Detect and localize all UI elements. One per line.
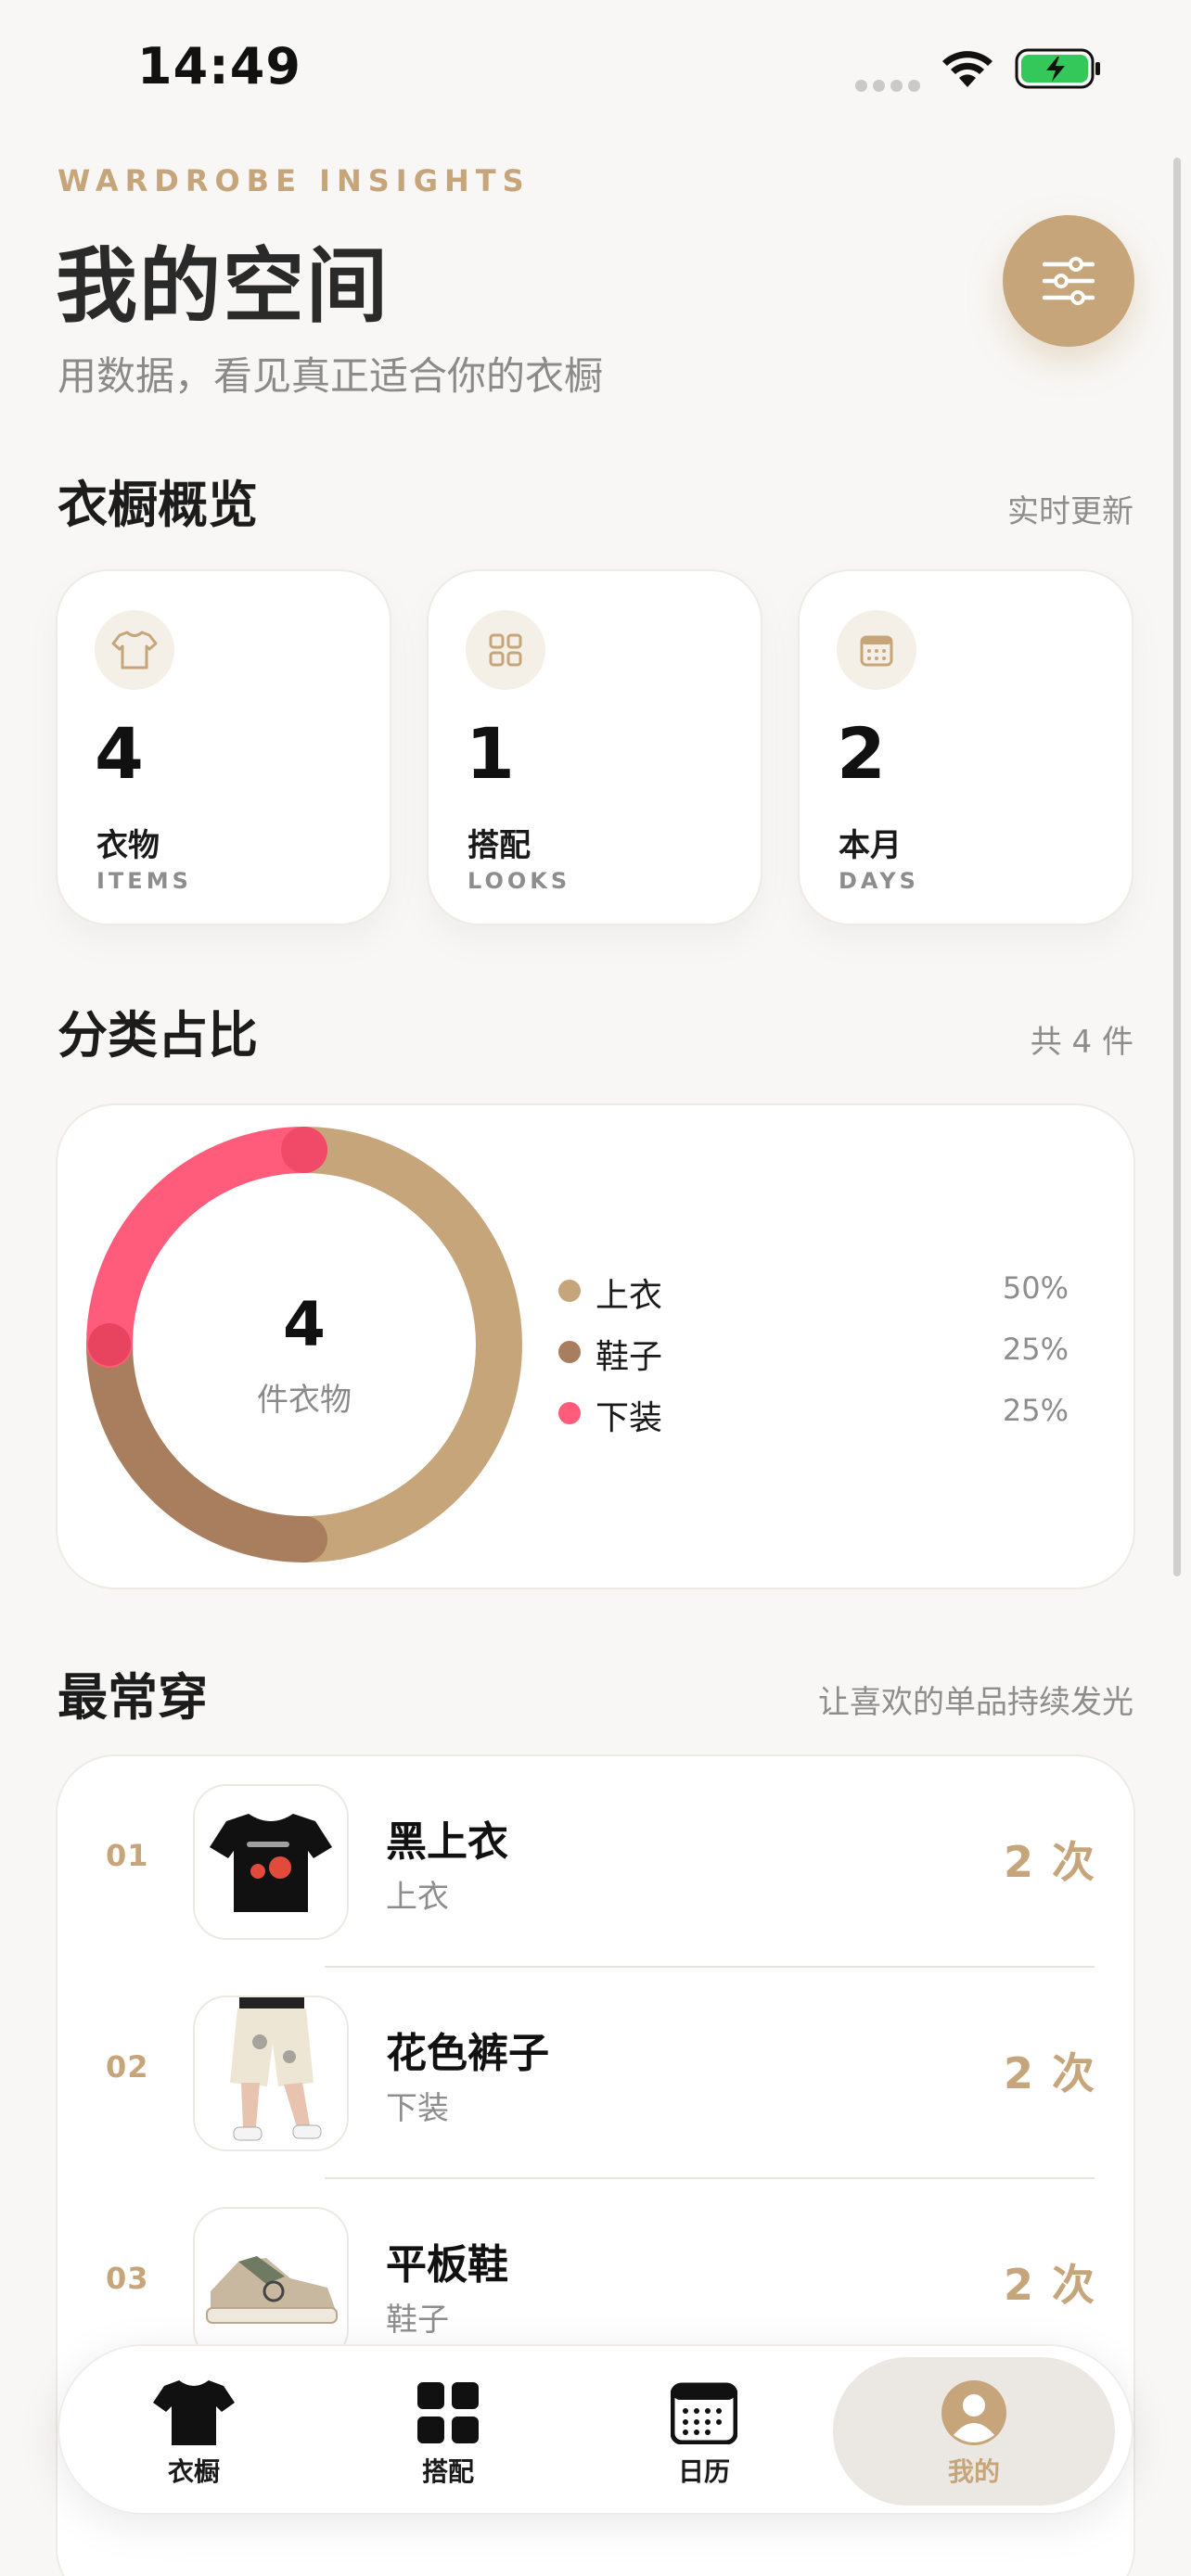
page-subtitle: 用数据，看见真正适合你的衣橱: [58, 353, 604, 399]
item-wear-count: 2 次: [1003, 2048, 1096, 2098]
overview-meta: 实时更新: [1007, 493, 1133, 530]
black-tshirt-image: [210, 1814, 332, 1912]
sliders-icon: [1042, 257, 1095, 305]
legend-dot: [558, 1280, 581, 1302]
tshirt-icon: [111, 631, 158, 670]
tshirt-icon: [153, 2380, 235, 2445]
status-time: 14:49: [137, 37, 301, 96]
legend-percent: 25%: [1002, 1393, 1069, 1428]
item-name: 平板鞋: [386, 2241, 508, 2289]
item-rank: 01: [106, 1838, 149, 1873]
category-legend: 上衣 50% 鞋子 25% 下装 25%: [553, 1261, 1069, 1445]
legend-item[interactable]: 鞋子 25%: [553, 1322, 1069, 1384]
legend-dot: [558, 1341, 581, 1363]
page-title: 我的空间: [56, 238, 391, 334]
item-name: 花色裤子: [386, 2030, 549, 2077]
tab-profile[interactable]: 我的: [833, 2357, 1115, 2506]
item-category: 鞋子: [386, 2302, 449, 2339]
grid-icon: [489, 633, 522, 667]
stat-label: 搭配: [467, 827, 531, 864]
tab-calendar[interactable]: 日历: [579, 2357, 829, 2506]
header-eyebrow: WARDROBE INSIGHTS: [58, 163, 531, 198]
stat-label: 衣物: [96, 827, 160, 864]
legend-item[interactable]: 下装 25%: [553, 1384, 1069, 1445]
stat-sublabel: LOOKS: [467, 868, 571, 894]
donut-center-value: 4: [283, 1289, 326, 1360]
item-category: 下装: [386, 2090, 449, 2127]
overview-title: 衣橱概览: [58, 476, 258, 534]
filter-button[interactable]: [1003, 215, 1134, 347]
item-category: 上衣: [386, 1879, 449, 1916]
item-rank: 03: [106, 2261, 149, 2296]
legend-label: 鞋子: [596, 1338, 663, 1376]
item-rank: 02: [106, 2049, 149, 2085]
status-bar: 14:49: [0, 0, 1191, 139]
stat-sublabel: DAYS: [839, 868, 919, 894]
legend-dot: [558, 1402, 581, 1424]
tab-outfits[interactable]: 搭配: [323, 2357, 573, 2506]
tab-label: 搭配: [421, 2456, 474, 2487]
tab-wardrobe[interactable]: 衣橱: [69, 2357, 319, 2506]
item-wear-count: 2 次: [1003, 1837, 1096, 1887]
category-card: 4 件衣物 上衣 50% 鞋子 25% 下装 25%: [56, 1103, 1135, 1589]
donut-chart: 4 件衣物: [83, 1124, 525, 1565]
signal-icon: [855, 80, 920, 92]
calendar-icon: [671, 2382, 737, 2444]
scrollbar[interactable]: [1173, 158, 1181, 1576]
stat-card-items[interactable]: 4 衣物 ITEMS: [56, 569, 391, 925]
patterned-shorts-image: [230, 1997, 322, 2141]
legend-item[interactable]: 上衣 50%: [553, 1261, 1069, 1322]
stat-value: 1: [466, 712, 515, 795]
calendar-icon: [860, 635, 893, 667]
list-item[interactable]: 02 花色裤子 下装 2 次: [58, 1968, 1133, 2179]
legend-label: 上衣: [596, 1277, 663, 1315]
stat-value: 2: [837, 712, 886, 795]
legend-percent: 50%: [1002, 1270, 1069, 1306]
stat-value: 4: [95, 712, 144, 795]
battery-icon: [1015, 48, 1100, 89]
grid-icon: [417, 2382, 479, 2443]
tab-label: 日历: [677, 2456, 730, 2487]
most-worn-meta: 让喜欢的单品持续发光: [818, 1684, 1133, 1721]
category-meta: 共 4 件: [1030, 1024, 1133, 1061]
item-wear-count: 2 次: [1003, 2260, 1096, 2310]
category-title: 分类占比: [58, 1006, 258, 1065]
donut-slice-cap: [281, 1127, 327, 1173]
item-name: 黑上衣: [386, 1818, 508, 1866]
sneaker-image: [206, 2256, 338, 2324]
item-thumbnail: [193, 2207, 349, 2363]
stat-card-days[interactable]: 2 本月 DAYS: [798, 569, 1133, 925]
profile-icon: [941, 2380, 1006, 2445]
wifi-icon: [942, 51, 992, 87]
legend-percent: 25%: [1002, 1332, 1069, 1367]
most-worn-title: 最常穿: [58, 1668, 208, 1727]
donut-center-label: 件衣物: [257, 1382, 352, 1419]
stat-card-looks[interactable]: 1 搭配 LOOKS: [427, 569, 762, 925]
list-item[interactable]: 01 黑上衣 上衣 2 次: [58, 1756, 1133, 1968]
tab-bar: 衣橱 搭配 日历 我的: [58, 2344, 1133, 2515]
legend-label: 下装: [596, 1399, 663, 1437]
tab-label: 我的: [947, 2456, 1000, 2487]
stat-label: 本月: [839, 827, 902, 864]
tab-label: 衣橱: [167, 2456, 220, 2487]
item-thumbnail: [193, 1784, 349, 1940]
stat-sublabel: ITEMS: [96, 868, 192, 894]
item-thumbnail: [193, 1996, 349, 2151]
